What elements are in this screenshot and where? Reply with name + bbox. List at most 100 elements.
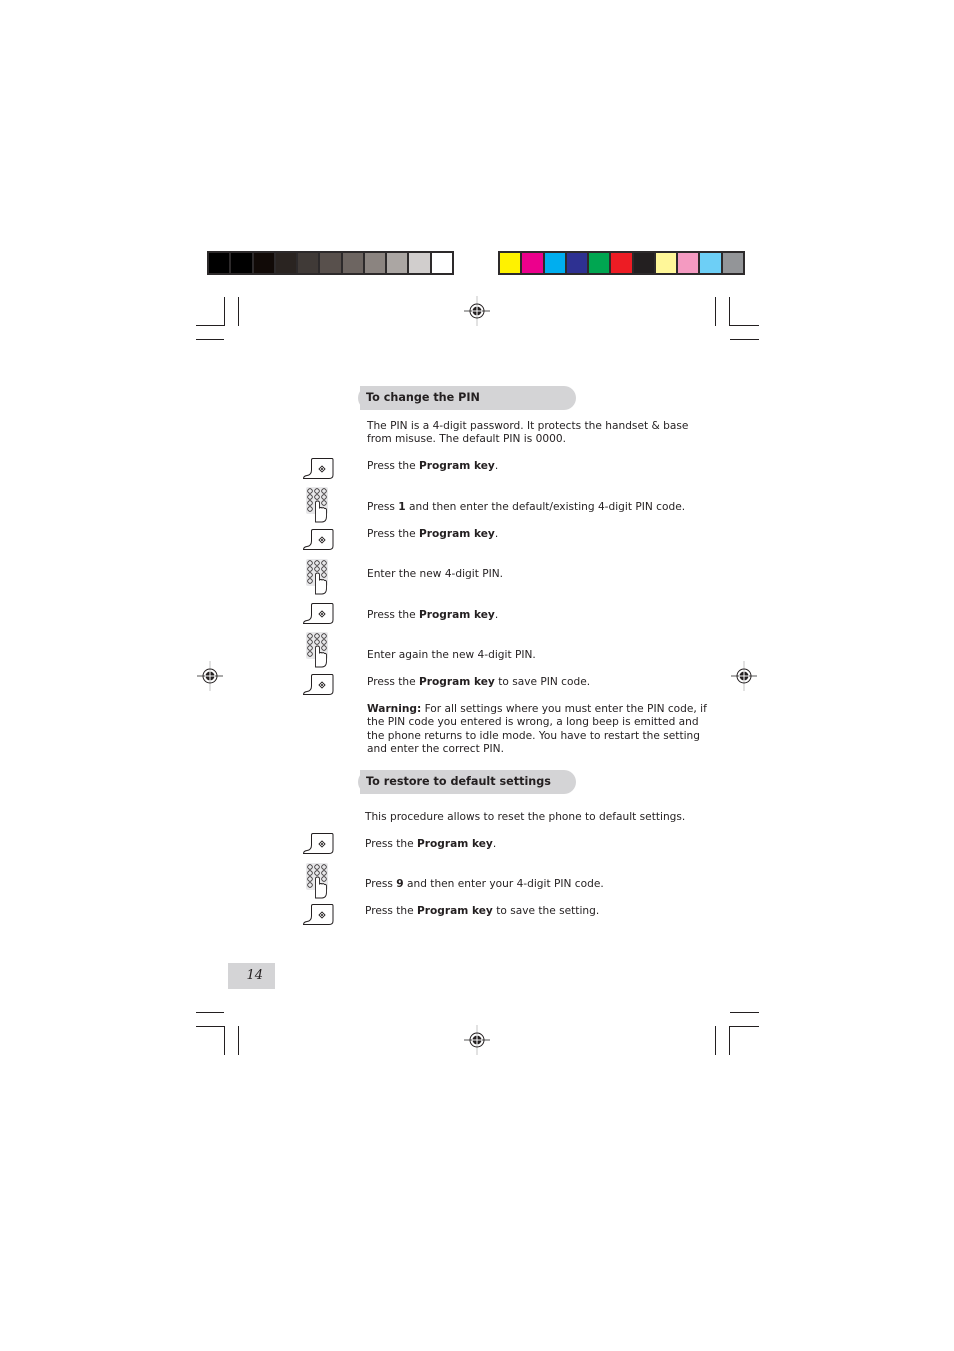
keypad-icon — [306, 487, 328, 523]
warning-line: the phone returns to idle mode. You have… — [367, 729, 700, 742]
step-text-part: Press the — [365, 838, 418, 850]
warning-line: the PIN code you entered is wrong, a lon… — [367, 716, 699, 729]
step-text-part: Enter the new 4-digit PIN. — [367, 568, 504, 580]
program-key-icon — [302, 674, 334, 695]
program-key-icon — [302, 904, 334, 925]
crop-mark — [238, 297, 239, 326]
step-text-part: Enter again the new 4-digit PIN. — [367, 649, 536, 661]
color-swatch — [566, 253, 588, 273]
process-color-bar — [498, 251, 745, 275]
color-swatch — [544, 253, 565, 273]
grayscale-color-bar — [207, 251, 454, 275]
step-text-bold: Program key — [419, 676, 495, 688]
program-key-icon — [302, 833, 334, 854]
crop-mark — [715, 1026, 716, 1055]
step-text-part: Press the — [367, 528, 420, 540]
crop-mark — [715, 297, 716, 326]
step-text-part: to save PIN code. — [494, 676, 591, 688]
gray-swatch — [298, 253, 319, 273]
keypad-icon-wrapper — [305, 862, 331, 903]
color-swatch — [589, 253, 610, 273]
step-text-part: . — [494, 609, 499, 621]
gray-swatch — [409, 253, 430, 273]
step-text-part: Press the — [365, 905, 418, 917]
step-text: Enter the new 4-digit PIN. — [367, 568, 503, 581]
keypad-icon-wrapper — [305, 558, 331, 599]
step-text-part: Press the — [367, 609, 420, 621]
crop-mark — [730, 339, 759, 340]
step-text-part: . — [492, 838, 497, 850]
crop-mark — [224, 1026, 225, 1055]
registration-mark-icon — [197, 661, 223, 691]
color-swatch — [633, 253, 654, 273]
program-key-icon-wrapper — [302, 602, 334, 629]
program-key-icon-wrapper — [302, 457, 334, 484]
step-text-part: . — [494, 460, 499, 472]
step-text-bold: Program key — [417, 838, 493, 850]
warning-line: For all settings where you must enter th… — [421, 703, 707, 715]
crop-mark — [729, 325, 759, 326]
page-number: 14 — [228, 963, 275, 989]
intro-text: This procedure allows to reset the phone… — [365, 811, 686, 823]
intro-text: The PIN is a 4-digit password. It protec… — [367, 420, 688, 447]
step-text-bold: Program key — [419, 609, 495, 621]
step-text: Press 1 and then enter the default/exist… — [367, 501, 685, 514]
step-text: Press the Program key. — [367, 460, 498, 473]
keypad-icon-wrapper — [305, 486, 331, 527]
step-text-bold: 9 — [396, 878, 404, 890]
step-text-bold: Program key — [417, 905, 493, 917]
crop-mark — [196, 1026, 225, 1027]
gray-swatch — [431, 253, 452, 273]
gray-swatch — [342, 253, 363, 273]
section-title: To restore to default settings — [366, 775, 551, 788]
gray-swatch — [209, 253, 230, 273]
program-key-icon — [302, 529, 334, 550]
step-text: Press the Program key. — [367, 528, 498, 541]
step-text-bold: 1 — [398, 501, 406, 513]
warning-label: Warning: — [367, 703, 422, 715]
keypad-icon-wrapper — [305, 631, 331, 672]
program-key-icon — [302, 458, 334, 479]
registration-mark-icon — [464, 1025, 490, 1055]
warning-line: and enter the correct PIN. — [367, 743, 504, 756]
keypad-icon — [306, 863, 328, 899]
gray-swatch — [253, 253, 274, 273]
step-text-part: and then enter your 4-digit PIN code. — [403, 878, 604, 890]
crop-mark — [730, 1012, 759, 1013]
section-header-change-pin: To change the PIN — [358, 386, 576, 410]
crop-mark — [729, 297, 730, 326]
program-key-icon — [302, 603, 334, 624]
step-text-part: and then enter the default/existing 4-di… — [405, 501, 686, 513]
step-text: Press 9 and then enter your 4-digit PIN … — [365, 878, 604, 891]
color-swatch — [678, 253, 699, 273]
color-swatch — [522, 253, 543, 273]
registration-mark-icon — [464, 296, 490, 326]
step-text-part: . — [494, 528, 499, 540]
step-text: Press the Program key to save PIN code. — [367, 676, 590, 689]
section-title: To change the PIN — [366, 391, 480, 404]
step-text-part: Press the — [367, 676, 420, 688]
step-text: Press the Program key to save the settin… — [365, 905, 599, 918]
crop-mark — [224, 297, 225, 326]
step-text-part: Press — [365, 878, 397, 890]
gray-swatch — [320, 253, 341, 273]
intro-line: The PIN is a 4-digit password. It protec… — [367, 420, 689, 432]
crop-mark — [729, 1026, 730, 1055]
intro-line: from misuse. The default PIN is 0000. — [367, 433, 566, 446]
gray-swatch — [231, 253, 252, 273]
keypad-icon — [306, 559, 328, 595]
step-text: Enter again the new 4-digit PIN. — [367, 649, 536, 662]
section-header-restore-defaults: To restore to default settings — [358, 770, 576, 794]
crop-mark — [196, 1012, 224, 1013]
color-swatch — [500, 253, 521, 273]
program-key-icon-wrapper — [302, 673, 334, 700]
color-swatch — [700, 253, 721, 273]
color-swatch — [655, 253, 677, 273]
step-text-part: to save the setting. — [492, 905, 600, 917]
crop-mark — [238, 1026, 239, 1055]
step-text-bold: Program key — [419, 528, 495, 540]
crop-mark — [196, 325, 225, 326]
step-text-part: Press the — [367, 460, 420, 472]
color-swatch — [611, 253, 632, 273]
step-text: Press the Program key. — [367, 609, 498, 622]
